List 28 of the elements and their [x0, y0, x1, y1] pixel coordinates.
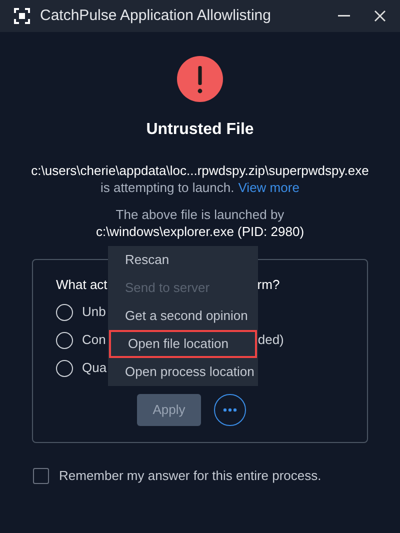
option-label: ded): [258, 331, 284, 350]
launched-by-text: The above file is launched by: [116, 206, 284, 223]
menu-item[interactable]: Open file location: [109, 330, 257, 358]
radio-button[interactable]: [56, 360, 73, 376]
radio-button[interactable]: [56, 332, 73, 348]
warning-icon: [177, 56, 223, 102]
option-label: Unb: [82, 303, 106, 322]
window-title: CatchPulse Application Allowlisting: [40, 6, 271, 26]
app-logo-icon: [14, 8, 30, 24]
question-text: What act: [56, 276, 108, 294]
option-label: Con: [82, 331, 106, 350]
menu-item[interactable]: Rescan: [108, 246, 258, 274]
menu-item[interactable]: Open process location: [108, 358, 258, 386]
radio-button[interactable]: [56, 304, 73, 320]
ellipsis-icon: [223, 408, 237, 412]
view-more-link[interactable]: View more: [238, 179, 300, 196]
more-button[interactable]: [214, 394, 246, 426]
remember-label: Remember my answer for this entire process.: [59, 467, 322, 485]
checkbox[interactable]: [33, 468, 49, 484]
launch-message: is attempting to launch.: [100, 179, 234, 196]
launcher-path: c:\windows\explorer.exe (PID: 2980): [96, 223, 304, 240]
minimize-icon[interactable]: [338, 15, 350, 17]
close-icon[interactable]: [374, 10, 386, 22]
file-path: c:\users\cherie\appdata\loc...rpwdspy.zip\superpwdspy.exe: [31, 162, 369, 179]
alert-title: Untrusted File: [146, 120, 254, 140]
question-text: rm?: [257, 276, 280, 294]
menu-item[interactable]: Get a second opinion: [108, 302, 258, 330]
option-label: Qua: [82, 359, 107, 378]
